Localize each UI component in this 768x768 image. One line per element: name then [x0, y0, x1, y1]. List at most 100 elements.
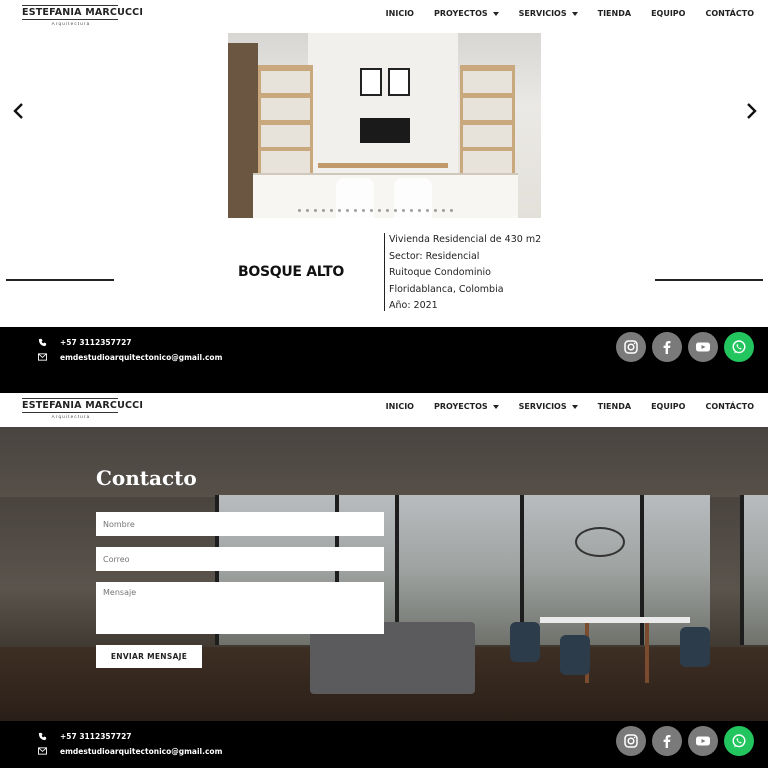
- nav-item-contacto[interactable]: CONTÁCTO: [705, 402, 754, 411]
- slider-dot[interactable]: [346, 209, 349, 212]
- footer-phone[interactable]: +57 3112357727: [37, 731, 132, 741]
- youtube-button[interactable]: [688, 726, 718, 756]
- slider-dot[interactable]: [298, 209, 301, 212]
- nav-item-proyectos[interactable]: PROYECTOS: [434, 402, 499, 411]
- instagram-button[interactable]: [616, 726, 646, 756]
- contact-title: Contacto: [96, 466, 197, 490]
- bg-chair: [680, 627, 710, 667]
- brand-logo[interactable]: ESTEFANIA MARCUCCI Arquitectura: [22, 398, 143, 419]
- site-footer: +57 3112357727 emdestudioarquitectonico@…: [0, 327, 768, 375]
- detail-area: Vivienda Residencial de 430 m2: [389, 234, 542, 245]
- slider-dot[interactable]: [402, 209, 405, 212]
- phone-icon: [37, 731, 47, 741]
- nav-label: INICIO: [385, 9, 414, 18]
- email-text: emdestudioarquitectonico@gmail.com: [60, 746, 223, 756]
- slider-dot[interactable]: [378, 209, 381, 212]
- image-shelf: [258, 65, 313, 175]
- slider-dot[interactable]: [450, 209, 453, 212]
- main-nav: INICIO PROYECTOS SERVICIOS TIENDA EQUIPO…: [366, 9, 754, 18]
- image-desk: [318, 163, 448, 168]
- brand-logo[interactable]: ESTEFANIA MARCUCCI Arquitectura: [22, 5, 144, 26]
- nav-item-equipo[interactable]: EQUIPO: [651, 9, 685, 18]
- nav-label: EQUIPO: [651, 9, 686, 18]
- youtube-icon: [696, 342, 710, 352]
- site-header: ESTEFANIA MARCUCCI Arquitectura INICIO P…: [0, 0, 768, 34]
- nav-item-inicio[interactable]: INICIO: [386, 402, 414, 411]
- nav-label: SERVICIOS: [518, 402, 567, 411]
- whatsapp-button[interactable]: [724, 332, 754, 362]
- name-input[interactable]: [96, 512, 384, 536]
- nav-item-servicios[interactable]: SERVICIOS: [519, 9, 578, 18]
- footer-phone[interactable]: +57 3112357727: [37, 337, 132, 347]
- slider-dot[interactable]: [426, 209, 429, 212]
- facebook-button[interactable]: [652, 332, 682, 362]
- bg-lamp: [575, 527, 625, 557]
- slider-dot[interactable]: [362, 209, 365, 212]
- slider-dot[interactable]: [306, 209, 309, 212]
- footer-email[interactable]: emdestudioarquitectonico@gmail.com: [37, 352, 222, 362]
- email-input[interactable]: [96, 547, 384, 571]
- nav-item-tienda[interactable]: TIENDA: [598, 9, 631, 18]
- nav-label: CONTÁCTO: [705, 9, 754, 18]
- instagram-button[interactable]: [616, 332, 646, 362]
- slider-dot[interactable]: [442, 209, 445, 212]
- image-chair: [336, 178, 374, 218]
- caret-down-icon: [492, 11, 499, 16]
- whatsapp-button[interactable]: [724, 726, 754, 756]
- slider-prev-button[interactable]: [12, 102, 26, 120]
- slider-dot[interactable]: [410, 209, 413, 212]
- slider-dot[interactable]: [418, 209, 421, 212]
- bg-window: [740, 495, 768, 645]
- slider-dot[interactable]: [338, 209, 341, 212]
- nav-item-servicios[interactable]: SERVICIOS: [519, 402, 578, 411]
- slider-dot[interactable]: [386, 209, 389, 212]
- project-details: Vivienda Residencial de 430 m2 Sector: R…: [389, 232, 541, 315]
- phone-icon: [37, 337, 47, 347]
- nav-label: PROYECTOS: [433, 402, 488, 411]
- nav-item-inicio[interactable]: INICIO: [386, 9, 414, 18]
- facebook-button[interactable]: [652, 726, 682, 756]
- caret-down-icon: [492, 404, 499, 409]
- youtube-icon: [696, 736, 710, 746]
- youtube-button[interactable]: [688, 332, 718, 362]
- message-textarea[interactable]: [96, 582, 384, 634]
- nav-item-contacto[interactable]: CONTÁCTO: [705, 9, 754, 18]
- slider-dot[interactable]: [394, 209, 397, 212]
- section-separator: [0, 375, 768, 393]
- project-title: BOSQUE ALTO: [238, 264, 344, 280]
- email-text: emdestudioarquitectonico@gmail.com: [60, 352, 223, 362]
- nav-label: INICIO: [385, 402, 414, 411]
- slider-dot[interactable]: [370, 209, 373, 212]
- site-header: ESTEFANIA MARCUCCI Arquitectura INICIO P…: [0, 393, 768, 427]
- project-slider-image[interactable]: [228, 33, 541, 218]
- bg-chair: [510, 622, 540, 662]
- nav-label: PROYECTOS: [433, 9, 488, 18]
- nav-item-equipo[interactable]: EQUIPO: [651, 402, 685, 411]
- nav-item-proyectos[interactable]: PROYECTOS: [434, 9, 499, 18]
- bg-table: [540, 617, 690, 623]
- logo-line-bottom: [22, 19, 118, 20]
- detail-location: Ruitoque Condominio: [389, 267, 491, 279]
- slider-dot[interactable]: [322, 209, 325, 212]
- slider-next-button[interactable]: [744, 102, 758, 120]
- facebook-icon: [663, 735, 671, 748]
- whatsapp-icon: [732, 734, 746, 748]
- phone-text: +57 3112357727: [60, 731, 132, 741]
- nav-label: TIENDA: [597, 9, 632, 18]
- slider-dots: [298, 209, 453, 212]
- slider-dot[interactable]: [330, 209, 333, 212]
- footer-email[interactable]: emdestudioarquitectonico@gmail.com: [37, 746, 222, 756]
- image-tv: [360, 118, 410, 143]
- slider-dot[interactable]: [314, 209, 317, 212]
- chevron-left-icon: [13, 103, 23, 119]
- brand-name: ESTEFANIA MARCUCCI: [22, 7, 144, 18]
- submit-button[interactable]: ENVIAR MENSAJE: [96, 645, 202, 668]
- nav-item-tienda[interactable]: TIENDA: [598, 402, 631, 411]
- slider-dot[interactable]: [434, 209, 437, 212]
- image-shelf: [460, 65, 515, 175]
- envelope-icon: [37, 352, 47, 362]
- slider-dot[interactable]: [354, 209, 357, 212]
- chevron-right-icon: [747, 103, 757, 119]
- detail-sector: Sector: Residencial: [389, 250, 480, 262]
- site-footer: +57 3112357727 emdestudioarquitectonico@…: [0, 721, 768, 768]
